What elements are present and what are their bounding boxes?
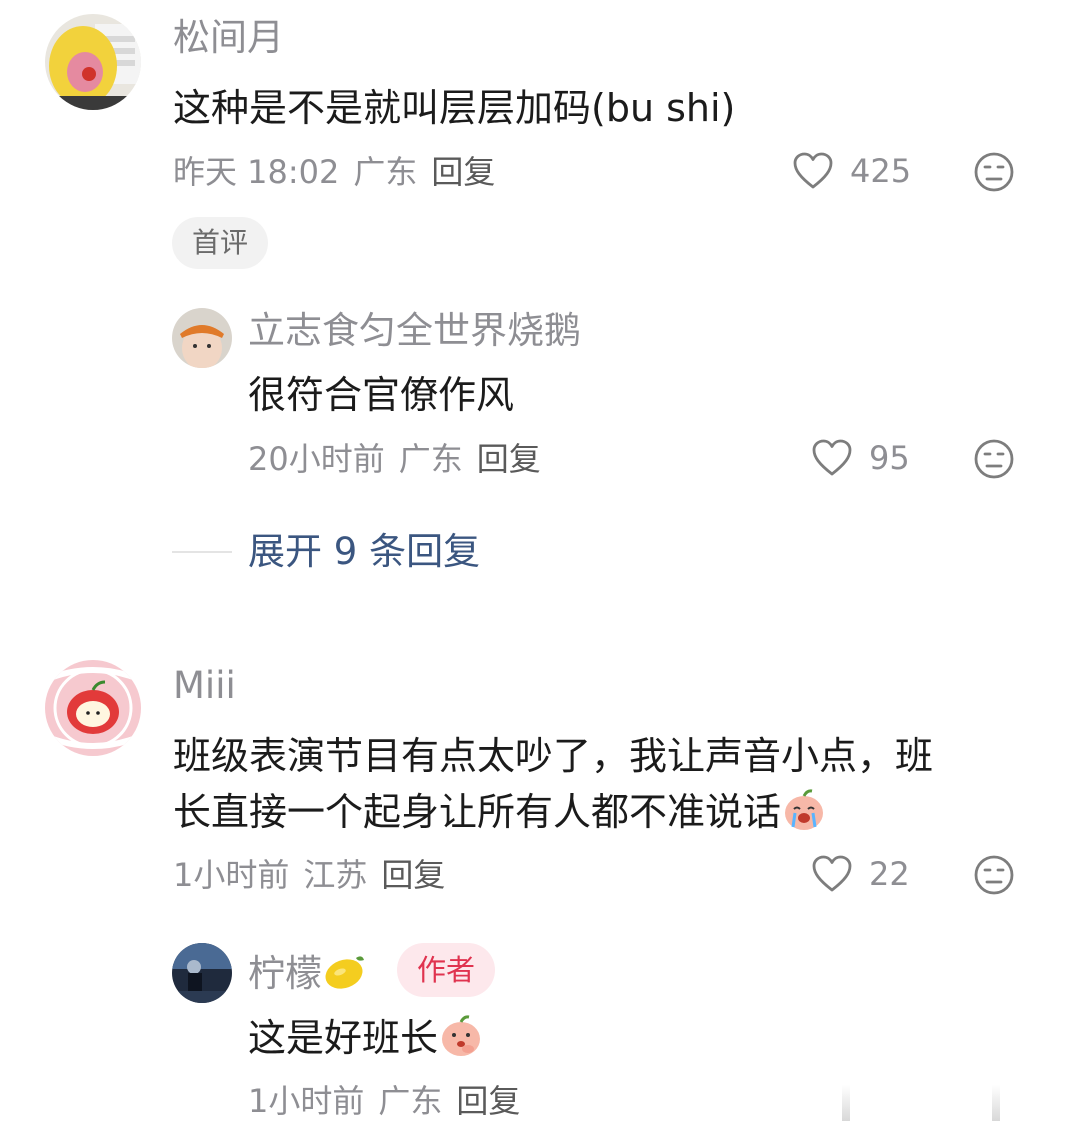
heart-outline-icon bbox=[793, 152, 833, 189]
comment-username[interactable]: 松间月 bbox=[173, 16, 284, 60]
dislike-button[interactable] bbox=[973, 854, 1015, 896]
reply-button[interactable]: 回复 bbox=[477, 440, 541, 478]
lemon-emoji bbox=[325, 956, 364, 989]
reply-username[interactable]: 柠檬 bbox=[248, 948, 368, 996]
like-count: 95 bbox=[869, 439, 910, 477]
comment-location: 江苏 bbox=[303, 856, 368, 894]
author-badge: 作者 bbox=[397, 943, 496, 997]
avatar[interactable] bbox=[45, 14, 141, 110]
avatar[interactable] bbox=[45, 660, 141, 756]
comment-location: 广东 bbox=[353, 153, 418, 191]
reply-button[interactable]: 回复 bbox=[431, 153, 495, 191]
reply-content: 这是好班长 bbox=[248, 1010, 484, 1066]
comment-content-line: 长直接一个起身让所有人都不准说话 bbox=[173, 790, 782, 834]
like-button[interactable]: 22 bbox=[811, 854, 910, 894]
comment-username[interactable]: Miii bbox=[173, 664, 236, 708]
reply-button[interactable]: 回复 bbox=[381, 856, 445, 894]
comment-content: 这种是不是就叫层层加码(bu shi) bbox=[173, 86, 736, 130]
first-comment-badge: 首评 bbox=[172, 217, 269, 269]
reply-location: 广东 bbox=[378, 1082, 443, 1120]
reply-meta: 20小时前 广东 回复 bbox=[248, 439, 541, 479]
meh-face-icon bbox=[974, 439, 1014, 479]
reply-location: 广东 bbox=[398, 440, 463, 478]
like-button[interactable]: 95 bbox=[811, 438, 910, 478]
reply-button[interactable]: 回复 bbox=[456, 1082, 520, 1120]
avatar[interactable] bbox=[172, 943, 232, 1003]
comment-list: 松间月 这种是不是就叫层层加码(bu shi) 昨天 18:02 广东 回复 425… bbox=[0, 0, 1080, 1139]
nav-indicator bbox=[842, 1085, 850, 1121]
reply-meta: 1小时前 广东 回复 bbox=[248, 1081, 520, 1121]
meh-face-icon bbox=[974, 152, 1014, 192]
crying-peach-emoji bbox=[781, 787, 827, 833]
expand-divider bbox=[172, 551, 232, 553]
meh-face-icon bbox=[974, 855, 1014, 895]
comment-meta: 昨天 18:02 广东 回复 bbox=[173, 152, 495, 192]
like-count: 22 bbox=[869, 855, 910, 893]
thinking-peach-emoji bbox=[438, 1013, 484, 1059]
comment-time: 昨天 18:02 bbox=[173, 153, 340, 191]
dislike-button[interactable] bbox=[973, 438, 1015, 480]
like-count: 425 bbox=[850, 152, 912, 190]
comment-meta: 1小时前 江苏 回复 bbox=[173, 855, 445, 895]
nav-indicator bbox=[992, 1085, 1000, 1121]
expand-replies-button[interactable]: 展开 9 条回复 bbox=[248, 530, 480, 574]
comment-content-line: 班级表演节目有点太吵了，我让声音小点，班 bbox=[173, 734, 934, 778]
reply-content: 很符合官僚作风 bbox=[248, 373, 515, 417]
reply-username[interactable]: 立志食匀全世界烧鹅 bbox=[248, 309, 581, 353]
heart-outline-icon bbox=[812, 855, 852, 892]
reply-time: 20小时前 bbox=[248, 440, 385, 478]
heart-outline-icon bbox=[812, 439, 852, 476]
like-button[interactable]: 425 bbox=[792, 151, 911, 191]
reply-time: 1小时前 bbox=[248, 1082, 365, 1120]
dislike-button[interactable] bbox=[973, 151, 1015, 193]
comment-time: 1小时前 bbox=[173, 856, 290, 894]
comment-content: 班级表演节目有点太吵了，我让声音小点，班 长直接一个起身让所有人都不准说话 bbox=[173, 728, 1033, 840]
avatar[interactable] bbox=[172, 308, 232, 368]
